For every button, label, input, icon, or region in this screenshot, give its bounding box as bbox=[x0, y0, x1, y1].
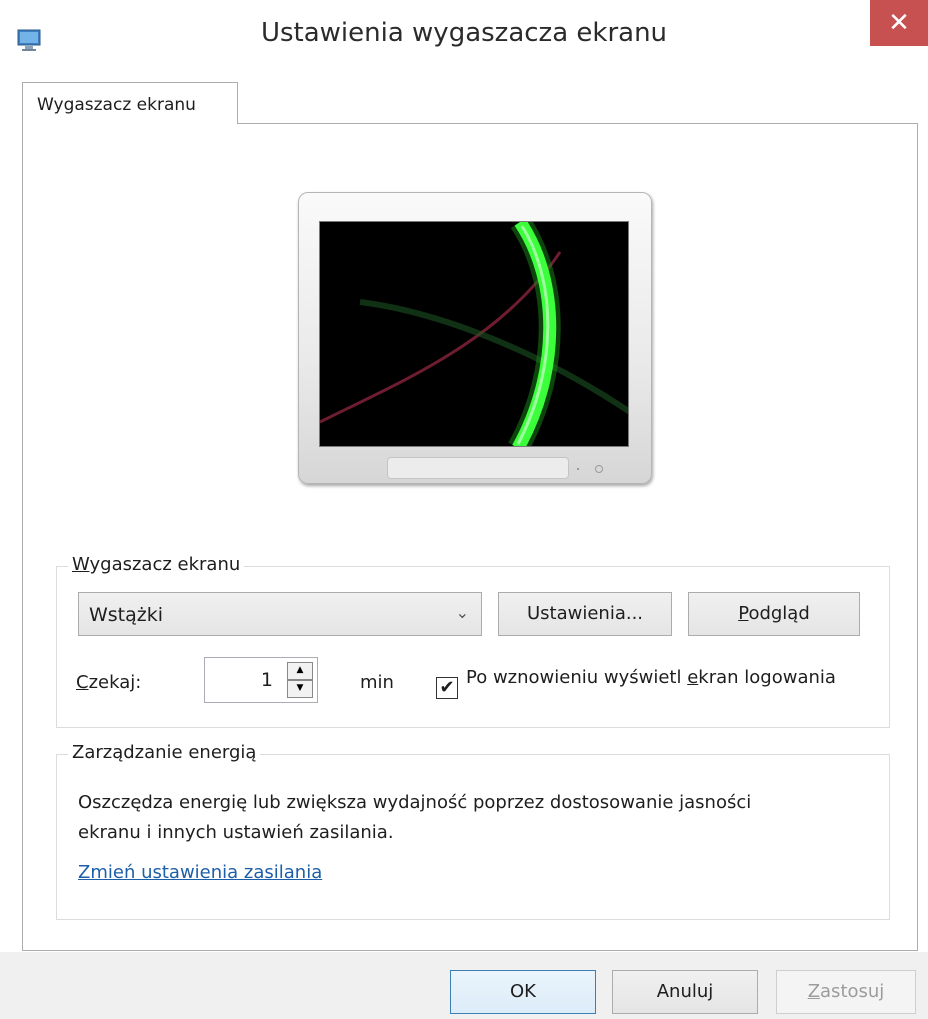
wait-minutes-spin: ▲ ▼ bbox=[287, 662, 313, 698]
screensaver-preview-screen bbox=[319, 221, 629, 447]
window-title: Ustawienia wygaszacza ekranu bbox=[260, 18, 668, 48]
power-management-title: Zarządzanie energią bbox=[68, 742, 261, 763]
checkmark-icon: ✔ bbox=[439, 677, 455, 698]
screensaver-select[interactable]: Wstążki ⌄ bbox=[78, 592, 482, 636]
monitor-power-icon bbox=[595, 465, 603, 473]
screensaver-settings-button[interactable]: Ustawienia... bbox=[498, 592, 672, 636]
wait-unit-label: min bbox=[360, 672, 394, 693]
chevron-down-icon: ⌄ bbox=[455, 603, 469, 622]
close-icon: ✕ bbox=[888, 8, 910, 38]
close-button[interactable]: ✕ bbox=[870, 0, 928, 46]
logon-on-resume-checkbox[interactable]: ✔ bbox=[436, 677, 458, 699]
title-bar: Ustawienia wygaszacza ekranu ✕ bbox=[0, 0, 928, 78]
screensaver-group bbox=[56, 566, 890, 728]
screensaver-group-title: Wygaszacz ekranu bbox=[68, 554, 245, 575]
cancel-button[interactable]: Anuluj bbox=[612, 970, 758, 1014]
wait-label: Czekaj: bbox=[76, 672, 142, 693]
change-power-settings-link[interactable]: Zmień ustawienia zasilania bbox=[78, 862, 322, 883]
wait-minutes-value: 1 bbox=[260, 669, 273, 691]
monitor-indicator bbox=[577, 468, 579, 470]
arrow-down-icon[interactable]: ▼ bbox=[287, 680, 313, 698]
screensaver-select-value: Wstążki bbox=[89, 604, 164, 626]
wait-minutes-stepper[interactable]: 1 ▲ ▼ bbox=[204, 657, 318, 703]
arrow-up-icon[interactable]: ▲ bbox=[287, 662, 313, 680]
power-management-description: Oszczędza energię lub zwiększa wydajność… bbox=[78, 792, 752, 843]
monitor-base bbox=[387, 457, 569, 479]
ok-button[interactable]: OK bbox=[450, 970, 596, 1014]
screensaver-preview-monitor bbox=[298, 192, 652, 484]
ribbons-preview-image bbox=[320, 222, 628, 446]
apply-button[interactable]: Zastosuj bbox=[776, 970, 916, 1014]
logon-on-resume-label: Po wznowieniu wyświetl ekran logowania bbox=[466, 667, 836, 688]
tab-screensaver[interactable]: Wygaszacz ekranu bbox=[22, 82, 238, 124]
preview-button[interactable]: Podgląd bbox=[688, 592, 860, 636]
